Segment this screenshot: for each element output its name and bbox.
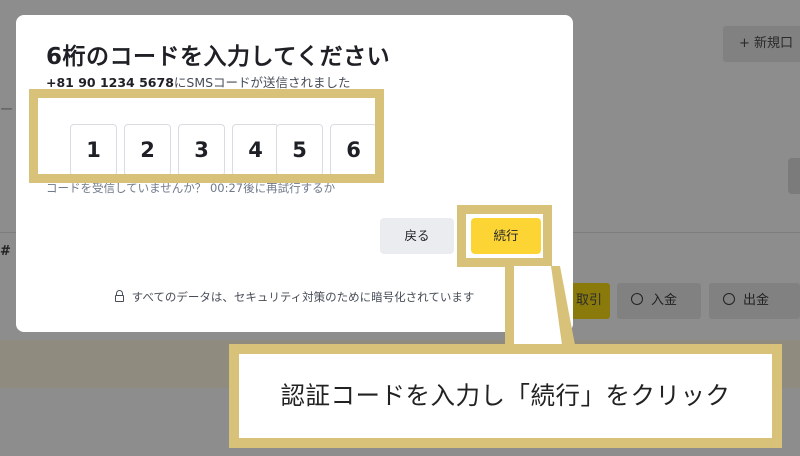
callout-text: 認証コードを入力し「続行」をクリック (280, 381, 731, 410)
callout-body: 認証コードを入力し「続行」をクリック (239, 354, 772, 438)
instruction-callout: 認証コードを入力し「続行」をクリック (229, 344, 782, 448)
